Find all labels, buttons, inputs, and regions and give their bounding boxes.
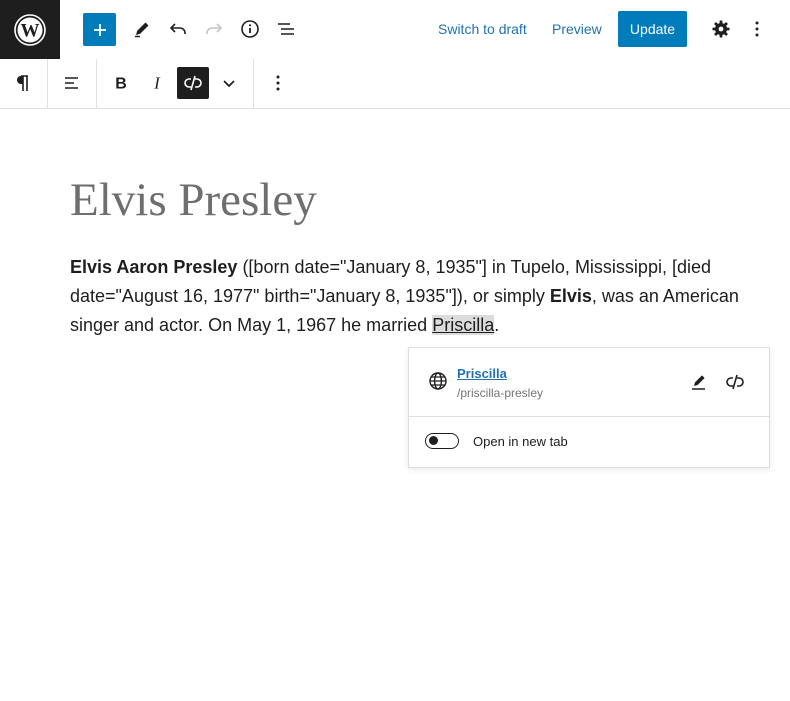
update-button[interactable]: Update (618, 11, 687, 47)
paragraph-text: . (494, 315, 500, 335)
redo-button[interactable] (196, 12, 232, 46)
add-block-button[interactable] (83, 13, 116, 46)
toolbar-divider (253, 59, 254, 108)
switch-to-draft-button[interactable]: Switch to draft (438, 19, 527, 39)
block-options-button[interactable] (262, 67, 294, 99)
link-url: /priscilla-presley (457, 386, 544, 400)
preview-button[interactable]: Preview (552, 19, 602, 39)
toolbar-divider (96, 59, 97, 108)
italic-icon: I (153, 74, 161, 93)
paragraph-icon (17, 75, 28, 91)
edit-link-button[interactable] (685, 368, 713, 396)
toggle-knob (429, 436, 438, 445)
svg-text:W: W (21, 21, 40, 42)
list-view-button[interactable] (268, 12, 304, 46)
gear-icon (712, 20, 730, 38)
options-menu-button[interactable] (739, 12, 775, 46)
list-view-icon (278, 23, 294, 35)
undo-icon (169, 23, 186, 34)
undo-button[interactable] (160, 12, 196, 46)
globe-icon (429, 372, 447, 390)
chevron-down-icon (223, 80, 235, 88)
wordpress-icon: W (14, 14, 46, 46)
link-popover: Priscilla /priscilla-presley Open in new… (408, 347, 770, 468)
paragraph-block[interactable]: Elvis Aaron Presley ([born date="January… (70, 253, 740, 340)
bold-text: Elvis (549, 286, 592, 306)
more-vertical-icon (276, 75, 280, 91)
unlink-button[interactable] (177, 67, 209, 99)
open-new-tab-label: Open in new tab (473, 434, 568, 449)
link-off-icon (726, 374, 744, 390)
info-icon (241, 20, 259, 38)
selected-link[interactable]: Priscilla (432, 315, 495, 335)
more-vertical-icon (755, 21, 759, 37)
italic-button[interactable]: I (141, 67, 173, 99)
more-formatting-button[interactable] (213, 67, 245, 99)
pencil-icon (135, 22, 149, 38)
align-left-icon (65, 77, 78, 89)
details-button[interactable] (232, 12, 268, 46)
pencil-icon (692, 375, 705, 390)
paragraph-block-button[interactable] (6, 67, 38, 99)
link-off-icon (184, 75, 202, 91)
bold-button[interactable]: B (105, 67, 137, 99)
link-title[interactable]: Priscilla (457, 366, 507, 381)
remove-link-button[interactable] (721, 368, 749, 396)
post-title[interactable]: Elvis Presley (70, 170, 317, 230)
svg-text:I: I (153, 74, 161, 93)
block-toolbar: B I (0, 59, 790, 109)
settings-button[interactable] (703, 12, 739, 46)
align-button[interactable] (56, 67, 88, 99)
bold-icon: B (115, 76, 127, 93)
toolbar-divider (47, 59, 48, 108)
bold-text: Elvis Aaron Presley (70, 257, 238, 277)
plus-icon (93, 23, 106, 36)
svg-text:B: B (115, 76, 127, 93)
link-preview: Priscilla /priscilla-presley (409, 348, 769, 417)
editor-top-bar: W Switch to draft Preview Update (0, 0, 790, 60)
open-new-tab-toggle[interactable] (425, 433, 459, 449)
redo-icon (206, 23, 223, 34)
edit-tools-button[interactable] (124, 12, 160, 46)
wordpress-logo-button[interactable]: W (0, 0, 60, 60)
